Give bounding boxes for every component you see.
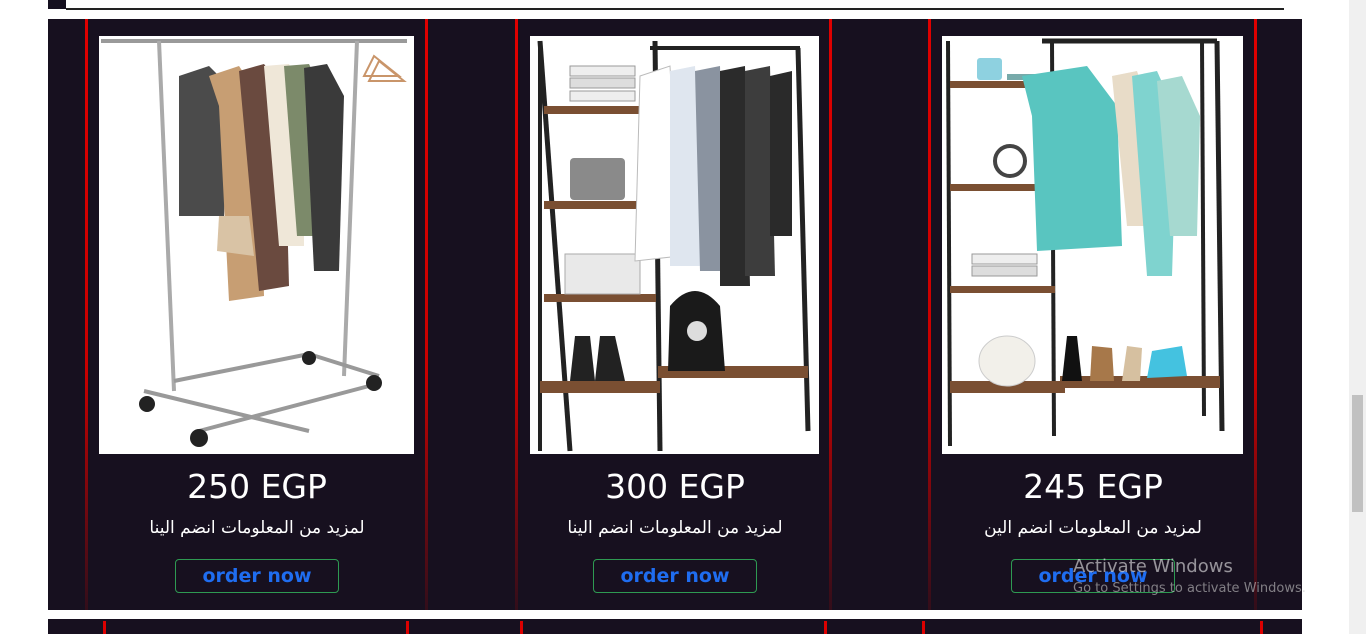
product-card: 300 EGP لمزيد من المعلومات انضم الينا or… [515,19,835,610]
scrollbar-thumb[interactable] [1352,395,1363,512]
activate-windows-watermark: Activate Windows Go to Settings to activ… [1073,556,1306,596]
order-now-button[interactable]: order now [175,559,339,593]
vertical-scrollbar[interactable] [1349,0,1366,634]
watermark-subtitle: Go to Settings to activate Windows. [1073,581,1306,596]
product-card: 250 EGP لمزيد من المعلومات انضم الينا or… [85,19,429,610]
folding-garment-rack-image [99,36,414,454]
product-description: لمزيد من المعلومات انضم الينا [149,518,365,538]
open-wardrobe-rack-image [942,36,1243,454]
shelf-clothing-rack-image [530,36,819,454]
product-price: 245 EGP [1023,467,1163,506]
product-price: 250 EGP [187,467,327,506]
products-section: 250 EGP لمزيد من المعلومات انضم الينا or… [48,19,1302,610]
product-description: لمزيد من المعلومات انضم الينا [567,518,783,538]
product-price: 300 EGP [605,467,745,506]
next-section-strip [48,619,1302,634]
order-now-button[interactable]: order now [593,559,757,593]
previous-section-strip [48,0,1302,10]
product-description: لمزيد من المعلومات انضم الين [984,518,1202,538]
watermark-title: Activate Windows [1073,556,1233,577]
product-card: 245 EGP لمزيد من المعلومات انضم الين ord… [928,19,1258,610]
